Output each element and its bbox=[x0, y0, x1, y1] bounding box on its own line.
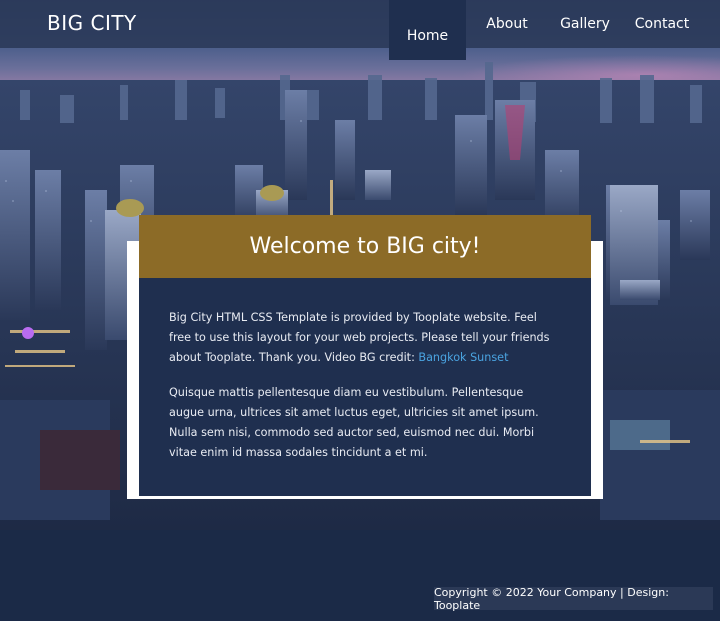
copyright-text: Copyright © 2022 Your Company | Design: … bbox=[434, 586, 713, 612]
welcome-card-title: Welcome to BIG city! bbox=[139, 215, 591, 278]
site-brand-logo[interactable]: BIG CITY bbox=[47, 11, 137, 35]
welcome-card-body: Big City HTML CSS Template is provided b… bbox=[139, 278, 591, 496]
lorem-paragraph: Quisque mattis pellentesque diam eu vest… bbox=[169, 386, 539, 459]
nav-home-link[interactable]: Home bbox=[389, 0, 466, 60]
nav-contact-link[interactable]: Contact bbox=[624, 0, 700, 48]
video-credit-link[interactable]: Bangkok Sunset bbox=[418, 351, 508, 364]
main-nav: Home About Gallery Contact bbox=[389, 0, 700, 60]
site-header: BIG CITY Home About Gallery Contact bbox=[0, 0, 720, 60]
nav-gallery-link[interactable]: Gallery bbox=[546, 0, 624, 48]
nav-about-link[interactable]: About bbox=[468, 0, 546, 48]
intro-paragraph: Big City HTML CSS Template is provided b… bbox=[169, 308, 561, 368]
